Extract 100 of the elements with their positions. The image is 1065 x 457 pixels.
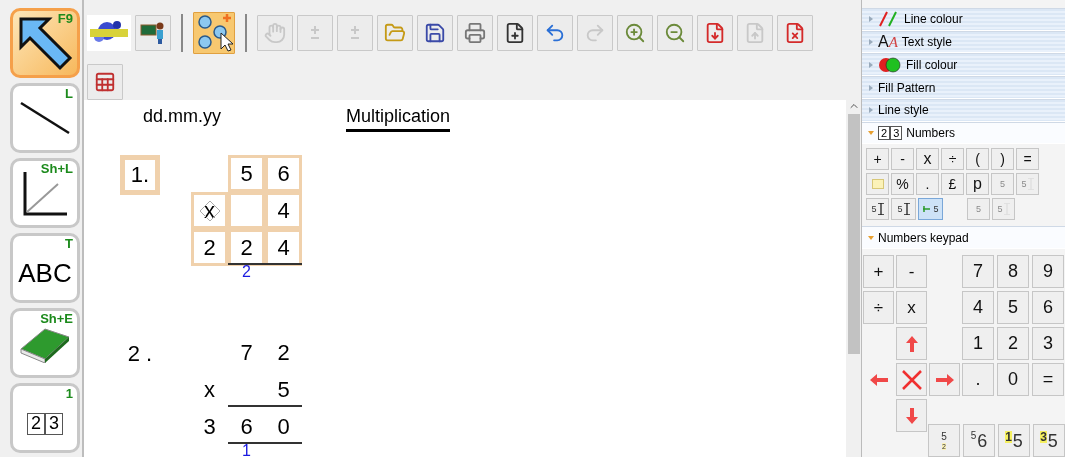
undo-button[interactable] — [537, 15, 573, 51]
close-icon — [900, 368, 923, 391]
zoom-in-button[interactable] — [617, 15, 653, 51]
expanded-triangle-icon — [868, 129, 874, 136]
panel-section-header[interactable]: Numbers keypad — [862, 226, 1065, 250]
digit-key[interactable]: 6 — [1032, 291, 1064, 325]
operator-key[interactable]: + — [863, 255, 894, 289]
operator-key[interactable]: ÷ — [863, 291, 894, 325]
numbers-tool[interactable]: 1 2 3 — [10, 383, 80, 453]
digit-key[interactable]: 0 — [997, 363, 1029, 397]
date-text: dd.mm.yy — [143, 106, 221, 127]
digit-key[interactable]: 5 — [997, 291, 1029, 325]
cursor-key[interactable]: 5 — [866, 198, 889, 221]
section-title: Fill colour — [906, 57, 958, 72]
operator-key[interactable]: x — [896, 291, 927, 325]
move-left-key[interactable]: 5 — [918, 198, 943, 221]
import-button[interactable] — [697, 15, 733, 51]
arrow-up-key[interactable] — [896, 327, 927, 361]
nodes-button[interactable] — [193, 12, 235, 54]
section-title: Fill Pattern — [878, 80, 936, 95]
line-tool[interactable]: L — [10, 83, 80, 153]
page-up-icon — [744, 22, 766, 44]
expanded-triangle-icon — [868, 234, 874, 241]
operator-key[interactable]: - — [896, 255, 927, 289]
number-key[interactable]: ( — [966, 148, 989, 171]
zoom-out-button[interactable] — [657, 15, 693, 51]
digit-key[interactable]: 7 — [962, 255, 994, 289]
number-key[interactable]: - — [891, 148, 914, 171]
number-key[interactable]: . — [916, 173, 939, 196]
answer-box[interactable]: 5 — [228, 155, 265, 192]
shortcut-label: L — [65, 86, 73, 101]
digit-text: x — [204, 378, 215, 401]
arrow-cursor-icon — [922, 204, 933, 215]
grid-page-button[interactable] — [87, 64, 123, 100]
text-tool-label: ABC — [18, 257, 72, 289]
digit-text: 3 — [203, 415, 216, 438]
arrow-right-icon — [934, 373, 955, 386]
collapsed-triangle-icon — [868, 61, 874, 68]
arrow-up-icon — [904, 334, 919, 353]
shortcut-label: Sh+E — [40, 311, 73, 326]
new-page-icon — [504, 22, 526, 44]
digit-key[interactable]: 3 — [1032, 327, 1064, 361]
eraser-tool[interactable]: Sh+E — [10, 308, 80, 378]
number-key[interactable]: p — [966, 173, 989, 196]
digit-key[interactable]: = — [1032, 363, 1064, 397]
number-key[interactable]: £ — [941, 173, 964, 196]
splash-logo-icon[interactable] — [87, 15, 131, 51]
digit-key[interactable]: 9 — [1032, 255, 1064, 289]
delete-key[interactable] — [896, 363, 927, 397]
worksheet-heading: Multiplication — [346, 106, 451, 132]
delete-button[interactable] — [777, 15, 813, 51]
move-right-key[interactable]: 5 — [891, 198, 916, 221]
number-key[interactable]: x — [916, 148, 939, 171]
digit-key[interactable]: 8 — [997, 255, 1029, 289]
number-key[interactable]: ) — [991, 148, 1014, 171]
undo-icon — [544, 22, 566, 44]
carry-digit: 1 — [241, 442, 252, 457]
scroll-thumb[interactable] — [847, 114, 860, 354]
print-button[interactable] — [457, 15, 493, 51]
line-icon — [19, 101, 71, 135]
teacher-button[interactable] — [135, 15, 171, 51]
save-button[interactable] — [417, 15, 453, 51]
slash-lines-icon — [878, 11, 900, 28]
number-key[interactable]: + — [866, 148, 889, 171]
overlapping-circles-icon — [878, 56, 902, 73]
panel-section-header[interactable]: Fill colour — [862, 53, 1065, 77]
grid-page-icon — [94, 71, 116, 93]
problem-number: 2 . — [126, 340, 154, 368]
number-key[interactable]: ÷ — [941, 148, 964, 171]
section-title: Numbers keypad — [878, 230, 969, 245]
digit-text: 5 — [277, 378, 290, 401]
number-key[interactable]: = — [1016, 148, 1039, 171]
hand-icon — [264, 22, 286, 44]
panel-section-header[interactable]: Fill Pattern — [862, 76, 1065, 99]
digit-key[interactable]: 4 — [962, 291, 994, 325]
axes-tool[interactable]: Sh+L — [10, 158, 80, 228]
answer-box[interactable]: 4 — [265, 192, 302, 229]
digit-key[interactable]: 1 — [962, 327, 994, 361]
section-title: Numbers — [906, 125, 955, 140]
collapsed-triangle-icon — [868, 16, 874, 23]
teacher-board-icon — [140, 20, 166, 46]
collapsed-triangle-icon — [868, 39, 874, 46]
panel-section-header[interactable]: 2 3 Numbers — [862, 121, 1065, 145]
panel-section-header[interactable]: Line colour — [862, 8, 1065, 31]
panel-section-header[interactable]: AA Text style — [862, 30, 1065, 54]
answer-box[interactable]: 6 — [265, 155, 302, 192]
answer-box[interactable]: 2 — [191, 229, 228, 266]
digit-key[interactable]: 2 — [997, 327, 1029, 361]
redo-icon — [584, 22, 606, 44]
panel-section-header[interactable]: Line style — [862, 98, 1065, 122]
digit-text: 7 — [240, 341, 253, 364]
number-key[interactable]: % — [891, 173, 914, 196]
text-tool[interactable]: T ABC — [10, 233, 80, 303]
arrow-right-key[interactable] — [929, 363, 960, 397]
shortcut-label: T — [65, 236, 73, 251]
arrow-down-key[interactable] — [896, 399, 927, 433]
new-button[interactable] — [497, 15, 533, 51]
digit-key[interactable]: . — [962, 363, 994, 397]
zoom-in-icon — [624, 22, 646, 44]
collapsed-triangle-icon — [868, 84, 874, 91]
